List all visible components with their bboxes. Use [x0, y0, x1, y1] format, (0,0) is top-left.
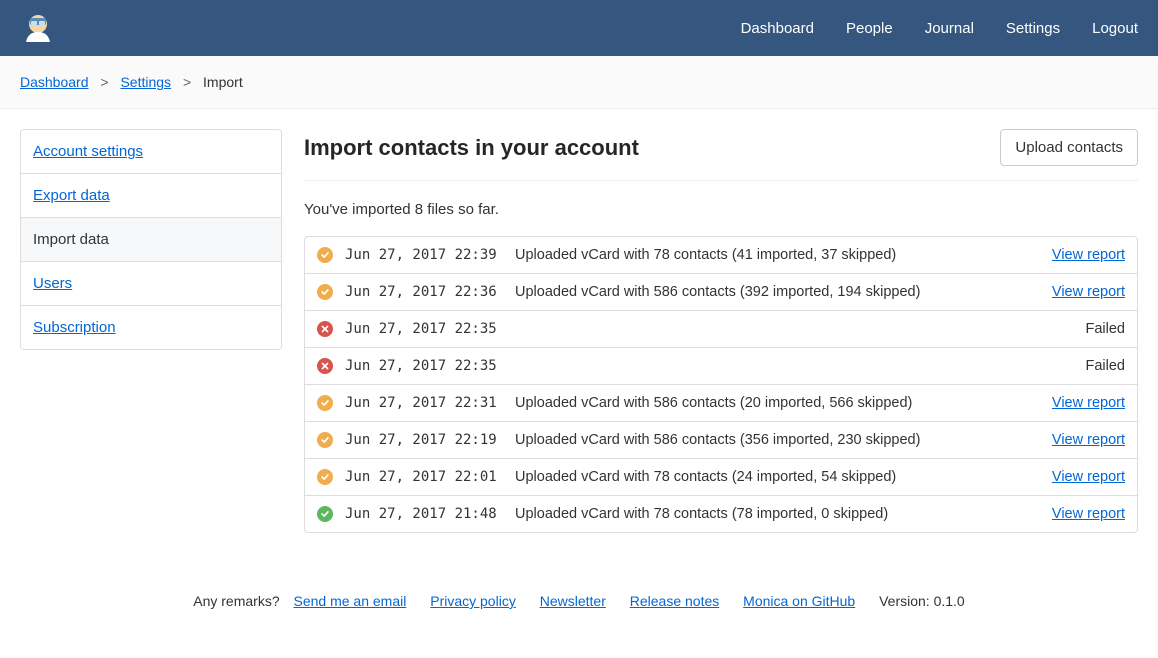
nav-settings[interactable]: Settings [1006, 20, 1060, 37]
view-report-link[interactable]: View report [1052, 469, 1125, 485]
footer-email-link[interactable]: Send me an email [294, 593, 407, 609]
footer-github-link[interactable]: Monica on GitHub [743, 593, 855, 609]
import-description: Uploaded vCard with 78 contacts (24 impo… [515, 469, 1052, 485]
error-icon [317, 358, 333, 374]
check-icon [317, 284, 333, 300]
check-icon [317, 469, 333, 485]
import-date: Jun 27, 2017 22:01 [345, 469, 515, 485]
table-row: Jun 27, 2017 21:48Uploaded vCard with 78… [305, 496, 1137, 532]
footer: Any remarks? Send me an email Privacy po… [0, 553, 1158, 629]
table-row: Jun 27, 2017 22:36Uploaded vCard with 58… [305, 274, 1137, 311]
footer-remarks: Any remarks? [193, 593, 279, 609]
import-date: Jun 27, 2017 21:48 [345, 506, 515, 522]
import-description: Uploaded vCard with 586 contacts (20 imp… [515, 395, 1052, 411]
breadcrumb-current: Import [203, 74, 243, 90]
main-nav: Dashboard People Journal Settings Logout [741, 20, 1138, 37]
header: Dashboard People Journal Settings Logout [0, 0, 1158, 56]
import-date: Jun 27, 2017 22:35 [345, 321, 515, 337]
sidebar-item-export[interactable]: Export data [21, 174, 281, 218]
error-icon [317, 321, 333, 337]
sidebar-item-account[interactable]: Account settings [21, 130, 281, 174]
import-description: Uploaded vCard with 586 contacts (356 im… [515, 432, 1052, 448]
sidebar: Account settings Export data Import data… [20, 129, 282, 533]
footer-version: Version: 0.1.0 [879, 593, 965, 609]
sidebar-item-subscription[interactable]: Subscription [21, 306, 281, 349]
failed-label: Failed [1086, 358, 1126, 374]
sidebar-item-import: Import data [21, 218, 281, 262]
view-report-link[interactable]: View report [1052, 284, 1125, 300]
import-date: Jun 27, 2017 22:31 [345, 395, 515, 411]
import-date: Jun 27, 2017 22:35 [345, 358, 515, 374]
breadcrumb-sep: > [183, 74, 191, 90]
view-report-link[interactable]: View report [1052, 432, 1125, 448]
view-report-link[interactable]: View report [1052, 506, 1125, 522]
check-icon [317, 506, 333, 522]
import-date: Jun 27, 2017 22:36 [345, 284, 515, 300]
view-report-link[interactable]: View report [1052, 395, 1125, 411]
table-row: Jun 27, 2017 22:35 Failed [305, 311, 1137, 348]
main-content: Import contacts in your account Upload c… [304, 129, 1138, 533]
breadcrumb-settings[interactable]: Settings [120, 74, 171, 90]
nav-dashboard[interactable]: Dashboard [741, 20, 814, 37]
footer-newsletter-link[interactable]: Newsletter [540, 593, 606, 609]
footer-release-link[interactable]: Release notes [630, 593, 720, 609]
table-row: Jun 27, 2017 22:35 Failed [305, 348, 1137, 385]
table-row: Jun 27, 2017 22:01Uploaded vCard with 78… [305, 459, 1137, 496]
failed-label: Failed [1086, 321, 1126, 337]
upload-contacts-button[interactable]: Upload contacts [1000, 129, 1138, 166]
breadcrumb-dashboard[interactable]: Dashboard [20, 74, 89, 90]
table-row: Jun 27, 2017 22:31Uploaded vCard with 58… [305, 385, 1137, 422]
check-icon [317, 247, 333, 263]
footer-privacy-link[interactable]: Privacy policy [430, 593, 516, 609]
import-count-text: You've imported 8 files so far. [304, 201, 1138, 218]
import-date: Jun 27, 2017 22:39 [345, 247, 515, 263]
logo[interactable] [20, 10, 56, 46]
check-icon [317, 395, 333, 411]
breadcrumb-sep: > [100, 74, 108, 90]
breadcrumb: Dashboard > Settings > Import [0, 56, 1158, 109]
sidebar-item-users[interactable]: Users [21, 262, 281, 306]
import-description: Uploaded vCard with 78 contacts (41 impo… [515, 247, 1052, 263]
view-report-link[interactable]: View report [1052, 247, 1125, 263]
nav-journal[interactable]: Journal [925, 20, 974, 37]
import-description: Uploaded vCard with 78 contacts (78 impo… [515, 506, 1052, 522]
nav-people[interactable]: People [846, 20, 893, 37]
nav-logout[interactable]: Logout [1092, 20, 1138, 37]
check-icon [317, 432, 333, 448]
import-description: Uploaded vCard with 586 contacts (392 im… [515, 284, 1052, 300]
import-date: Jun 27, 2017 22:19 [345, 432, 515, 448]
table-row: Jun 27, 2017 22:19Uploaded vCard with 58… [305, 422, 1137, 459]
page-title: Import contacts in your account [304, 135, 639, 161]
import-history-table: Jun 27, 2017 22:39Uploaded vCard with 78… [304, 236, 1138, 533]
table-row: Jun 27, 2017 22:39Uploaded vCard with 78… [305, 237, 1137, 274]
